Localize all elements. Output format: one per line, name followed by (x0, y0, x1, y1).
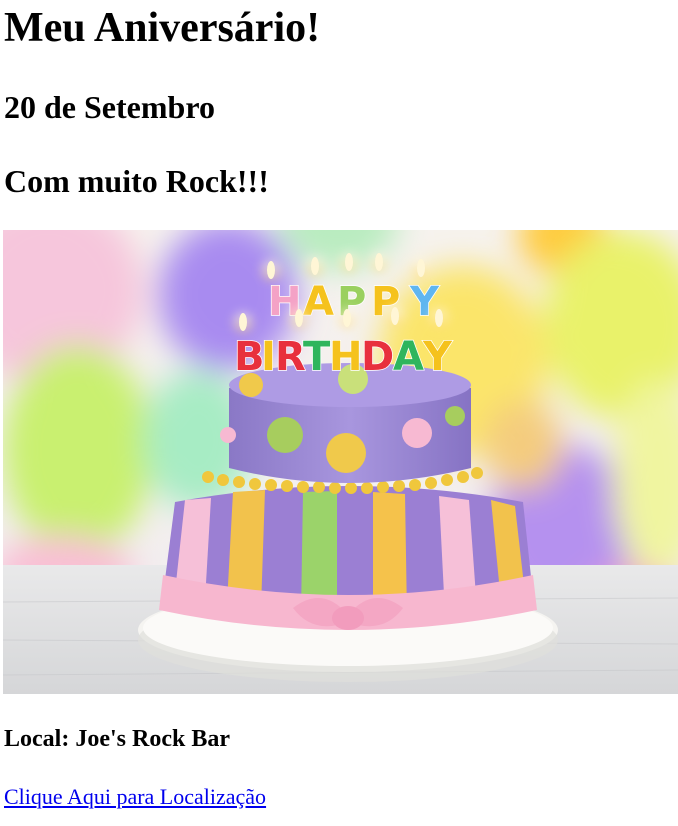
candle-letter-r: R (275, 334, 306, 380)
date-heading: 20 de Setembro (4, 89, 215, 125)
candle-letter-y: Y (422, 334, 453, 380)
candle-letter-i: I (261, 334, 276, 380)
candle-letter-d: D (361, 334, 394, 380)
tagline-heading: Com muito Rock!!! (4, 163, 269, 199)
birthday-cake-image: B I R T H D A Y H A P P Y (3, 230, 678, 694)
candle-letter-t: T (303, 334, 331, 380)
location-link[interactable]: Clique Aqui para Localização (4, 783, 266, 811)
candle-letter-b: B (234, 334, 265, 380)
page-title: Meu Aniversário! (4, 5, 321, 51)
location-heading: Local: Joe's Rock Bar (4, 726, 230, 752)
candle-letter-a: A (393, 334, 424, 380)
candle-letter-h: H (329, 334, 362, 380)
